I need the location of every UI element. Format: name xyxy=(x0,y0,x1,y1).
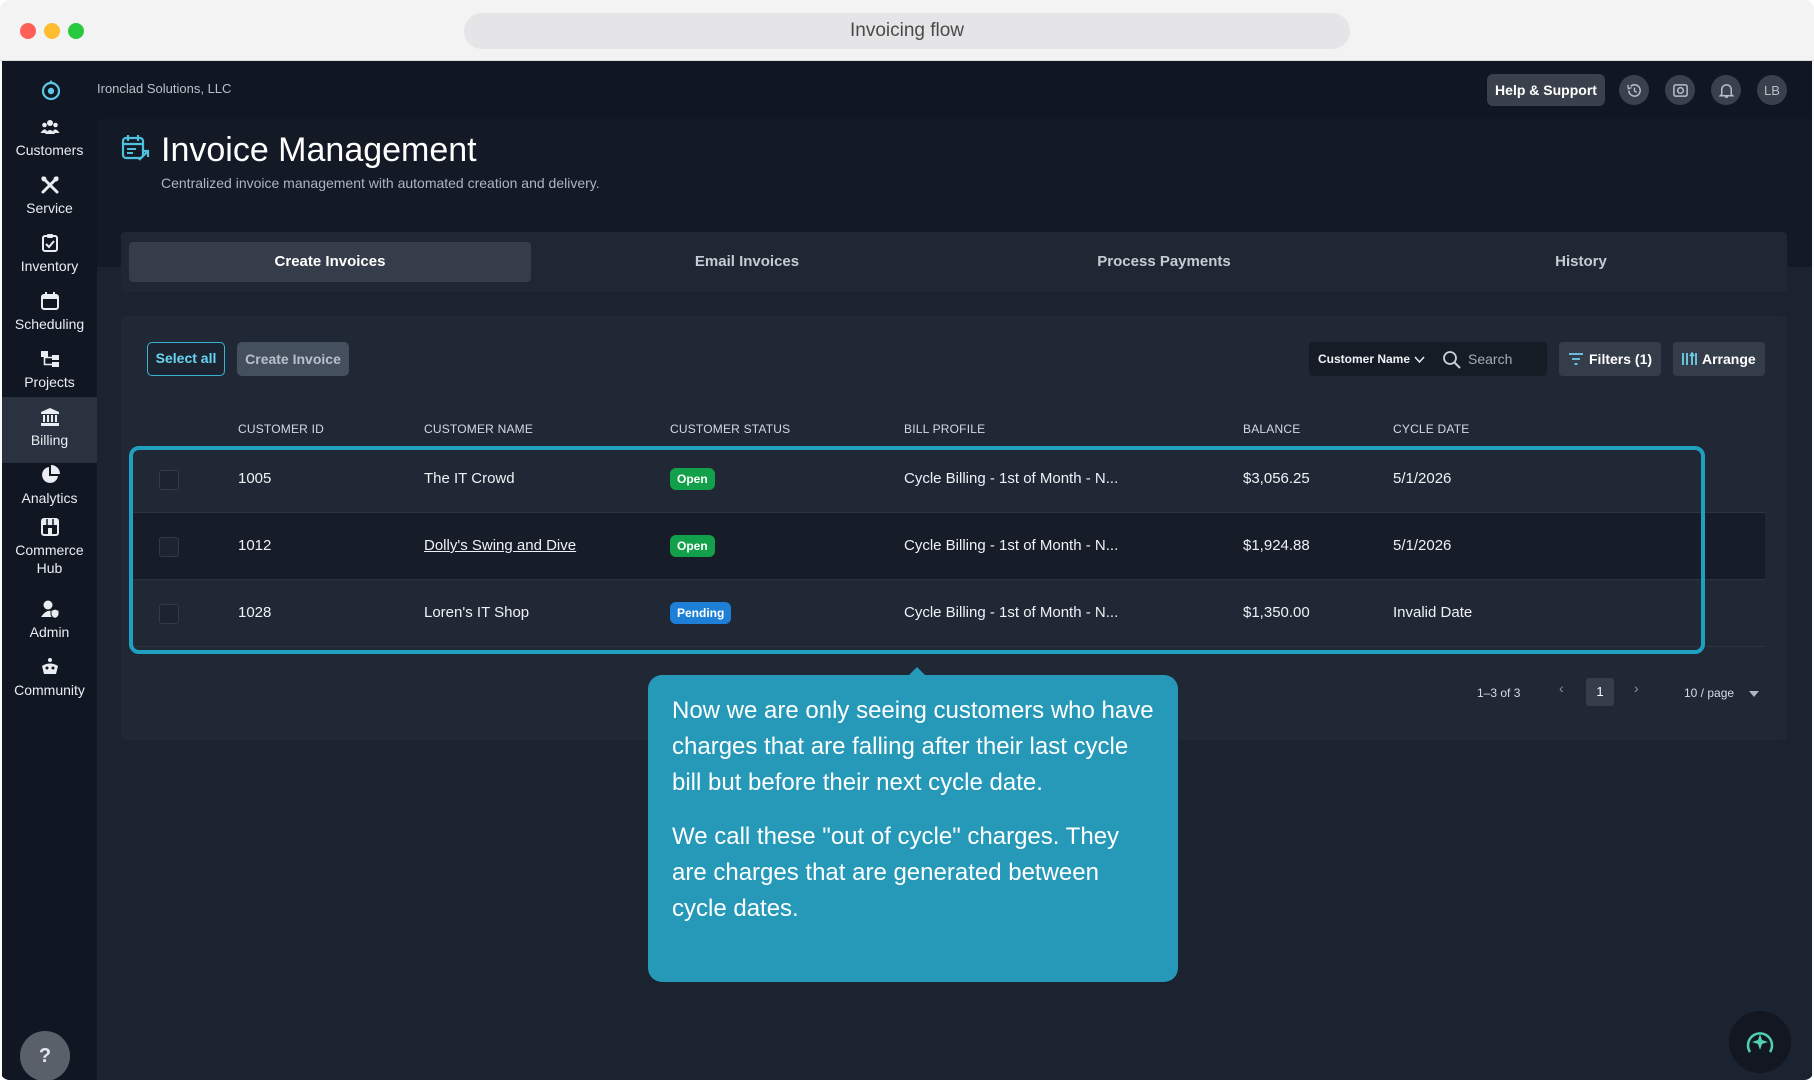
create-invoice-button[interactable]: Create Invoice xyxy=(237,342,349,376)
calendar-icon xyxy=(40,292,59,310)
sidebar-item-billing[interactable]: Billing xyxy=(2,397,97,463)
page-size-select[interactable]: 10 / page xyxy=(1684,686,1760,700)
help-support-button[interactable]: Help & Support xyxy=(1487,74,1605,106)
sidebar-item-label: Customers xyxy=(15,142,84,158)
top-header: Ironclad Solutions, LLC Help & Support L… xyxy=(97,61,1812,119)
history-button[interactable] xyxy=(1619,75,1649,105)
sidebar-item-label: Billing xyxy=(30,432,69,448)
search-input[interactable]: Search xyxy=(1433,342,1547,376)
column-header-balance[interactable]: BALANCE xyxy=(1243,422,1300,436)
invoice-tabs: Create Invoices Email Invoices Process P… xyxy=(121,232,1787,292)
arrange-columns-icon xyxy=(1682,352,1697,365)
bank-icon xyxy=(40,408,59,426)
brand-logo-icon[interactable] xyxy=(39,78,63,102)
sidebar-item-label: Scheduling xyxy=(14,316,85,332)
tab-process-payments[interactable]: Process Payments xyxy=(963,242,1365,282)
app-root: Customers Service Inventory Scheduling P… xyxy=(2,61,1812,1080)
search-placeholder: Search xyxy=(1468,351,1513,367)
close-window-button[interactable] xyxy=(20,23,36,39)
address-bar[interactable]: Invoicing flow xyxy=(464,13,1350,49)
sidebar-item-scheduling[interactable]: Scheduling xyxy=(2,281,97,347)
sidebar-item-label: Analytics xyxy=(21,490,78,506)
page-number-button[interactable]: 1 xyxy=(1586,678,1614,706)
next-page-button[interactable]: › xyxy=(1634,680,1639,696)
clock-history-icon xyxy=(1626,83,1641,97)
invoice-calendar-icon xyxy=(121,135,150,161)
filter-icon xyxy=(1569,353,1583,365)
sidebar-item-label: Commerce Hub xyxy=(15,542,84,576)
sidebar-item-admin[interactable]: Admin xyxy=(2,589,97,655)
sidebar-item-label: Community xyxy=(14,682,85,698)
page-title: Invoice Management xyxy=(161,131,477,169)
maximize-window-button[interactable] xyxy=(68,23,84,39)
page-size-label: 10 / page xyxy=(1684,686,1735,700)
people-icon xyxy=(40,120,59,134)
window-titlebar: Invoicing flow xyxy=(0,0,1814,61)
filters-button[interactable]: Filters (1) xyxy=(1559,342,1661,376)
caret-down-icon xyxy=(1749,690,1760,697)
tooltip-paragraph: We call these "out of cycle" charges. Th… xyxy=(672,823,1120,922)
arrange-label: Arrange xyxy=(1702,351,1756,367)
tools-icon xyxy=(41,176,58,194)
pagination-range: 1–3 of 3 xyxy=(1477,686,1521,700)
sidebar-item-analytics[interactable]: Analytics xyxy=(2,455,97,521)
ai-assistant-button[interactable] xyxy=(1729,1011,1791,1073)
help-button[interactable]: ? xyxy=(20,1031,70,1080)
tooltip-paragraph: Now we are only seeing customers who hav… xyxy=(672,697,1154,796)
notifications-button[interactable] xyxy=(1711,75,1741,105)
tab-create-invoices[interactable]: Create Invoices xyxy=(129,242,531,282)
page-subtitle: Centralized invoice management with auto… xyxy=(161,175,600,191)
company-name: Ironclad Solutions, LLC xyxy=(97,81,232,96)
browser-window: Invoicing flow Customers Service Invento… xyxy=(0,0,1814,1080)
select-all-button[interactable]: Select all xyxy=(147,342,225,376)
sparkle-assistant-icon xyxy=(1746,1032,1774,1053)
column-header-customer-name[interactable]: CUSTOMER NAME xyxy=(424,422,533,436)
minimize-window-button[interactable] xyxy=(44,23,60,39)
sidebar-item-customers[interactable]: Customers xyxy=(2,107,97,173)
sidebar-item-label: Admin xyxy=(29,624,70,640)
chevron-down-icon xyxy=(1414,356,1425,364)
sidebar-item-inventory[interactable]: Inventory xyxy=(2,223,97,289)
sidebar-item-community[interactable]: Community xyxy=(2,647,97,713)
sidebar-item-label: Service xyxy=(26,200,73,216)
hierarchy-icon xyxy=(40,351,59,367)
sidebar-item-label: Inventory xyxy=(20,258,79,274)
sidebar-item-service[interactable]: Service xyxy=(2,165,97,231)
search-field-select[interactable]: Customer Name xyxy=(1309,342,1433,376)
column-header-customer-id[interactable]: CUSTOMER ID xyxy=(238,422,324,436)
column-header-bill-profile[interactable]: BILL PROFILE xyxy=(904,422,985,436)
sidebar: Customers Service Inventory Scheduling P… xyxy=(2,61,97,1080)
search-icon xyxy=(1443,351,1461,369)
rows-highlight-frame xyxy=(129,446,1705,654)
column-header-cycle-date[interactable]: CYCLE DATE xyxy=(1393,422,1469,436)
column-header-customer-status[interactable]: CUSTOMER STATUS xyxy=(670,422,790,436)
filters-label: Filters (1) xyxy=(1589,351,1653,367)
community-icon xyxy=(41,658,58,674)
tab-email-invoices[interactable]: Email Invoices xyxy=(546,242,948,282)
arrange-button[interactable]: Arrange xyxy=(1673,342,1765,376)
previous-page-button[interactable]: ‹ xyxy=(1559,680,1564,696)
sidebar-item-commerce-hub[interactable]: Commerce Hub xyxy=(2,513,97,587)
screenshot-button[interactable] xyxy=(1665,75,1695,105)
user-shield-icon xyxy=(40,600,59,619)
sidebar-item-label: Projects xyxy=(24,374,75,390)
clipboard-check-icon xyxy=(41,234,58,252)
sidebar-item-projects[interactable]: Projects xyxy=(2,339,97,405)
camera-icon xyxy=(1672,83,1688,97)
user-avatar[interactable]: LB xyxy=(1757,75,1787,105)
storefront-icon xyxy=(40,518,59,536)
pie-chart-icon xyxy=(41,465,60,483)
tab-history[interactable]: History xyxy=(1380,242,1782,282)
search-field-label: Customer Name xyxy=(1318,352,1411,366)
bell-icon xyxy=(1718,83,1734,98)
walkthrough-tooltip: Now we are only seeing customers who hav… xyxy=(648,675,1178,982)
